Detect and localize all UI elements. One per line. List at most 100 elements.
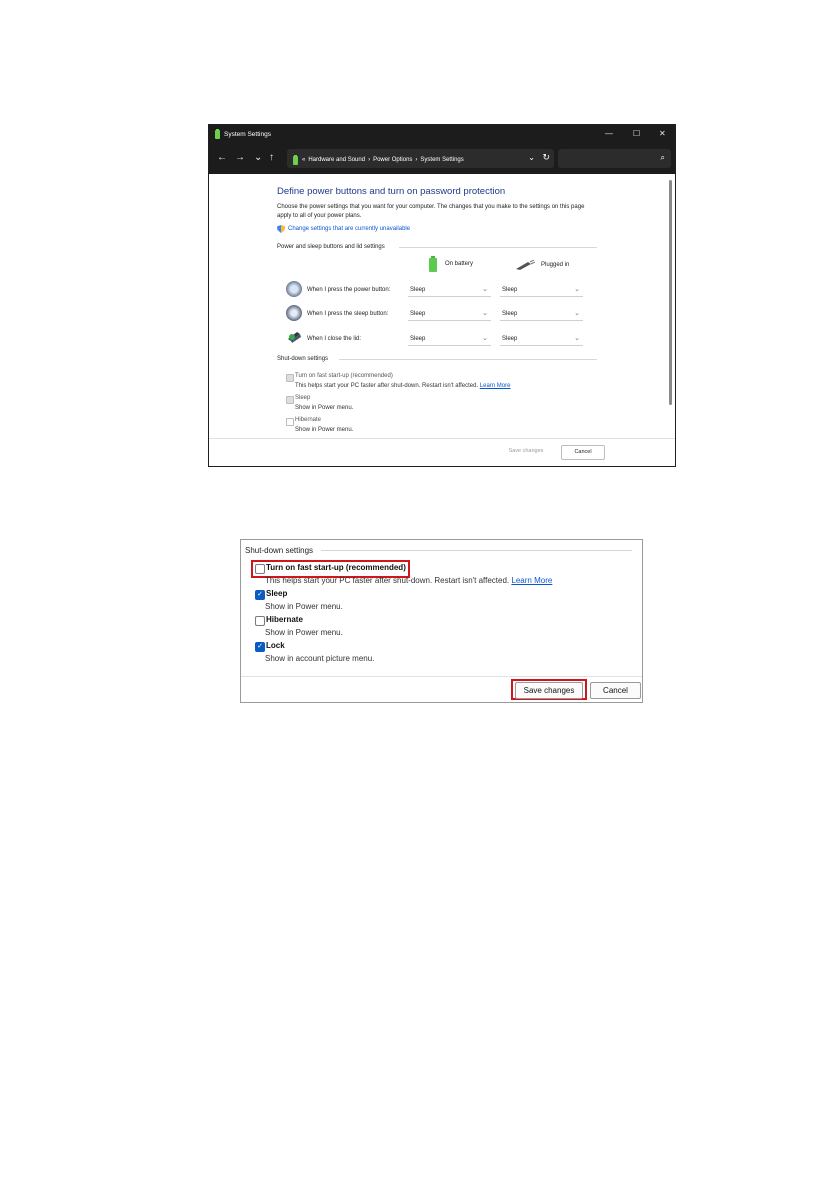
section-divider	[321, 550, 632, 551]
sleep-label: Sleep	[266, 589, 288, 598]
dialog-footer: Save changes Cancel	[241, 676, 642, 702]
recent-locations-chevron-icon[interactable]: ⌄	[254, 152, 262, 164]
chevron-down-icon: ⌄	[482, 286, 488, 293]
power-button-plugged-in-select[interactable]: Sleep ⌄	[500, 284, 583, 297]
title-bar: System Settings — ☐ ✕	[209, 125, 675, 144]
power-button-on-battery-select[interactable]: Sleep ⌄	[408, 284, 491, 297]
learn-more-link[interactable]: Learn More	[480, 383, 511, 389]
back-arrow-icon[interactable]: ←	[217, 152, 227, 164]
change-settings-link[interactable]: Change settings that are currently unava…	[277, 225, 410, 233]
maximize-button[interactable]: ☐	[633, 129, 640, 138]
dialog-footer: Save changes Cancel	[209, 438, 675, 466]
address-dropdown-icon[interactable]: ⌄	[528, 153, 535, 162]
section-divider	[399, 247, 597, 248]
select-value: Sleep	[410, 287, 426, 293]
page-title: Define power buttons and turn on passwor…	[277, 186, 506, 197]
refresh-icon[interactable]: ↻	[542, 152, 550, 163]
sleep-description: Show in Power menu.	[265, 602, 343, 611]
page-description: Choose the power settings that you want …	[277, 204, 585, 219]
hibernate-label: Hibernate	[266, 615, 303, 624]
plugged-in-label: Plugged in	[541, 262, 570, 268]
breadcrumb-hardware-and-sound[interactable]: Hardware and Sound	[308, 157, 365, 163]
chevron-down-icon: ⌄	[574, 310, 580, 317]
hibernate-description: Show in Power menu.	[295, 427, 354, 433]
breadcrumb: « Hardware and Sound › Power Options › S…	[293, 155, 467, 165]
breadcrumb-separator-icon: ›	[368, 157, 371, 163]
change-settings-link-label[interactable]: Change settings that are currently unava…	[288, 226, 410, 232]
sleep-button-icon	[286, 305, 302, 321]
sleep-label: Sleep	[295, 395, 311, 401]
search-icon: ⌕	[660, 153, 665, 162]
laptop-lid-icon	[288, 332, 301, 343]
navigation-bar: ← → ⌄ ↑ « Hardware and Sound › Power Opt…	[209, 144, 675, 174]
select-value: Sleep	[502, 336, 518, 342]
chevron-down-icon: ⌄	[482, 335, 488, 342]
sleep-checkbox[interactable]: ✓	[255, 590, 265, 600]
breadcrumb-system-settings[interactable]: System Settings	[420, 157, 463, 163]
vertical-scrollbar[interactable]	[669, 180, 672, 405]
battery-app-icon	[215, 129, 220, 139]
fast-startup-description: This helps start your PC faster after sh…	[265, 576, 552, 585]
close-lid-plugged-in-select[interactable]: Sleep ⌄	[500, 333, 583, 346]
lock-description: Show in account picture menu.	[265, 654, 375, 663]
breadcrumb-separator-icon: ›	[415, 157, 418, 163]
cancel-button[interactable]: Cancel	[561, 445, 605, 460]
up-arrow-icon[interactable]: ↑	[269, 152, 274, 164]
shutdown-section-title: Shut-down settings	[245, 546, 314, 555]
sleep-button-on-battery-select[interactable]: Sleep ⌄	[408, 308, 491, 321]
close-lid-on-battery-select[interactable]: Sleep ⌄	[408, 333, 491, 346]
fast-startup-label: Turn on fast start-up (recommended)	[266, 563, 406, 572]
fast-startup-description-text: This helps start your PC faster after sh…	[265, 576, 510, 585]
fast-startup-label: Turn on fast start-up (recommended)	[295, 373, 393, 379]
hibernate-description: Show in Power menu.	[265, 628, 343, 637]
save-changes-button[interactable]: Save changes	[501, 445, 551, 458]
shutdown-section-title: Shut-down settings	[277, 356, 329, 362]
chevron-down-icon: ⌄	[574, 335, 580, 342]
close-lid-label: When I close the lid:	[307, 336, 362, 342]
close-button[interactable]: ✕	[659, 129, 666, 138]
power-button-icon	[286, 281, 302, 297]
breadcrumb-power-options[interactable]: Power Options	[373, 157, 412, 163]
section-divider	[339, 359, 597, 360]
hibernate-checkbox[interactable]	[255, 616, 265, 626]
select-value: Sleep	[410, 311, 426, 317]
plugged-in-column-header: Plugged in	[515, 260, 569, 270]
lock-label: Lock	[266, 641, 285, 650]
learn-more-link[interactable]: Learn More	[511, 576, 552, 585]
select-value: Sleep	[502, 311, 518, 317]
settings-content: Define power buttons and turn on passwor…	[209, 174, 675, 439]
search-input[interactable]: ⌕	[558, 149, 671, 168]
sleep-description: Show in Power menu.	[295, 405, 354, 411]
sleep-button-plugged-in-select[interactable]: Sleep ⌄	[500, 308, 583, 321]
select-value: Sleep	[410, 336, 426, 342]
hibernate-checkbox[interactable]	[286, 418, 294, 426]
system-settings-window: System Settings — ☐ ✕ ← → ⌄ ↑ « Hardware…	[208, 124, 676, 467]
on-battery-label: On battery	[445, 261, 474, 267]
window-title: System Settings	[224, 131, 271, 138]
shutdown-settings-detail: Shut-down settings Turn on fast start-up…	[240, 539, 643, 703]
power-button-label: When I press the power button:	[307, 287, 391, 293]
save-changes-button[interactable]: Save changes	[515, 682, 583, 699]
chevron-down-icon: ⌄	[482, 310, 488, 317]
chevron-down-icon: ⌄	[574, 286, 580, 293]
sleep-button-label: When I press the sleep button:	[307, 311, 389, 317]
lock-checkbox[interactable]: ✓	[255, 642, 265, 652]
forward-arrow-icon[interactable]: →	[235, 152, 245, 164]
plug-icon	[516, 260, 535, 270]
power-buttons-section-title: Power and sleep buttons and lid settings	[277, 244, 385, 250]
breadcrumb-overflow-icon[interactable]: «	[302, 157, 305, 163]
admin-shield-icon	[277, 225, 285, 233]
battery-location-icon	[293, 155, 298, 165]
select-value: Sleep	[502, 287, 518, 293]
minimize-button[interactable]: —	[605, 129, 613, 138]
cancel-button[interactable]: Cancel	[590, 682, 641, 699]
fast-startup-checkbox[interactable]	[255, 564, 265, 574]
fast-startup-description-text: This helps start your PC faster after sh…	[295, 383, 479, 389]
fast-startup-checkbox[interactable]	[286, 374, 294, 382]
address-bar[interactable]: « Hardware and Sound › Power Options › S…	[287, 149, 554, 168]
hibernate-label: Hibernate	[295, 417, 322, 423]
fast-startup-description: This helps start your PC faster after sh…	[295, 383, 510, 389]
on-battery-column-header: On battery	[429, 256, 473, 272]
battery-icon	[429, 256, 437, 272]
sleep-checkbox[interactable]	[286, 396, 294, 404]
